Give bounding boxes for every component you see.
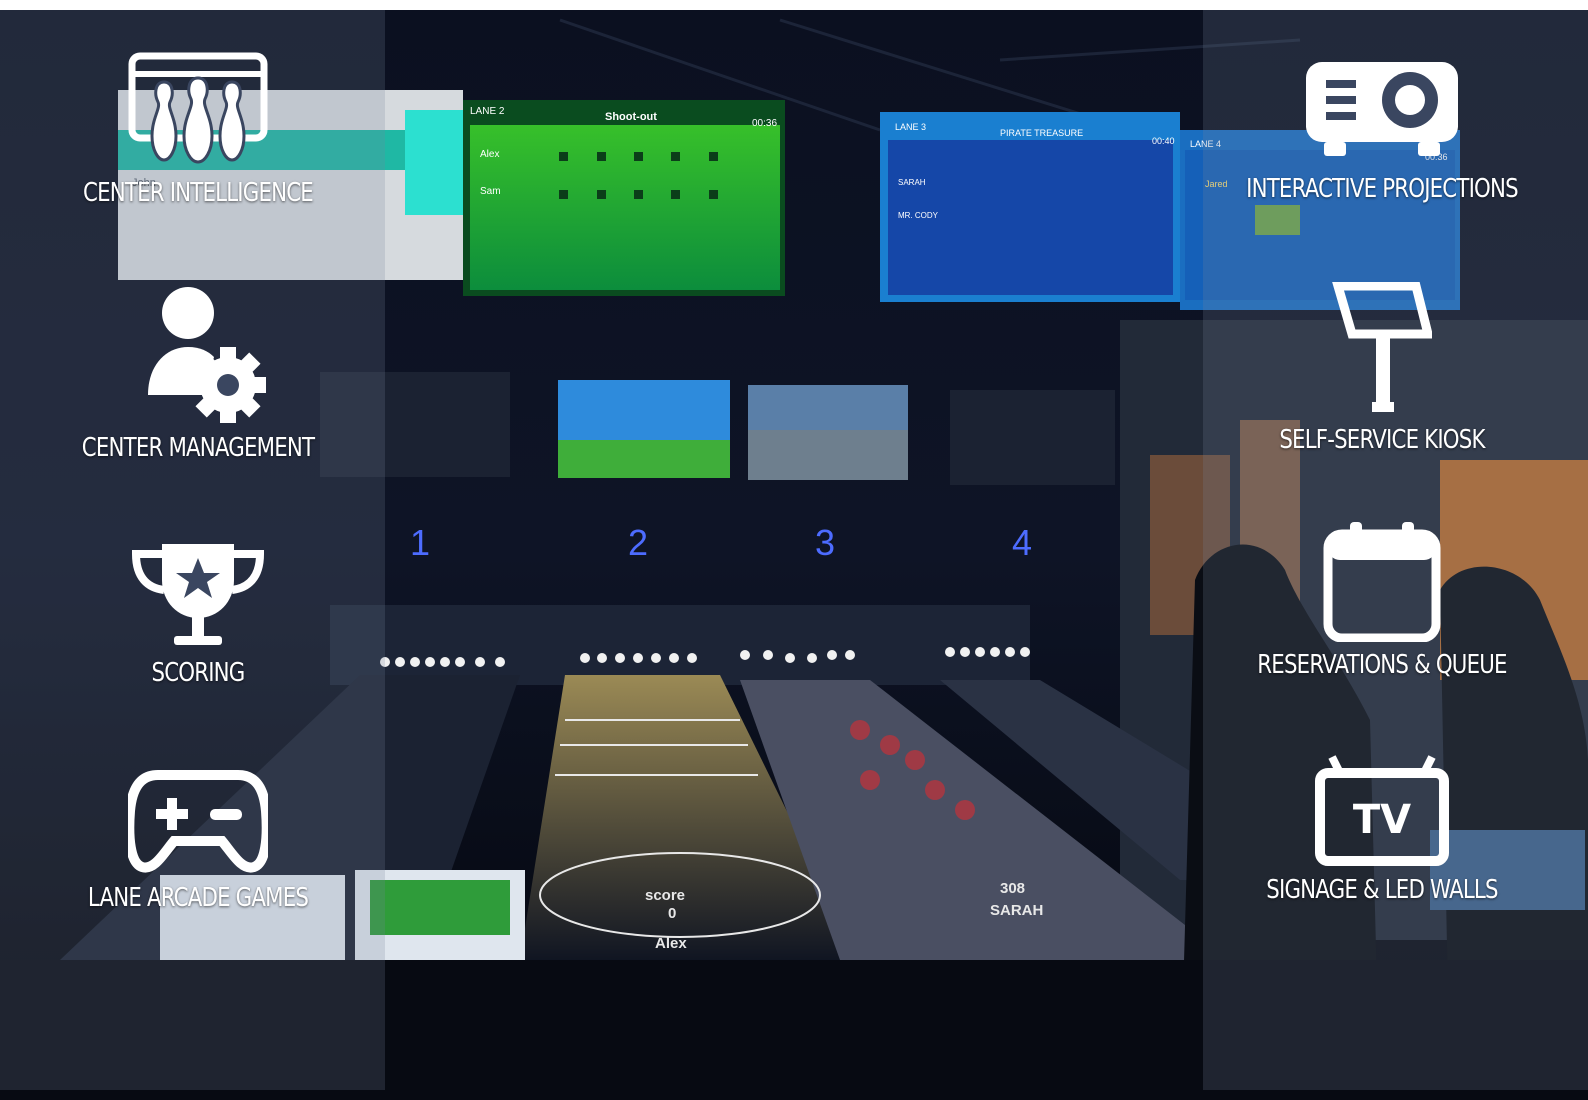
svg-text:1: 1 bbox=[410, 522, 430, 563]
gamepad-icon bbox=[128, 770, 268, 873]
feature-lane-arcade-games[interactable]: LANE ARCADE GAMES bbox=[8, 765, 388, 913]
svg-text:LANE 2: LANE 2 bbox=[470, 106, 505, 117]
scoreboard-screen-2: Shoot-out LANE 2 00:36 Alex Sam bbox=[463, 100, 785, 296]
svg-text:00:40: 00:40 bbox=[1152, 136, 1175, 146]
feature-center-management[interactable]: CENTER MANAGEMENT bbox=[8, 285, 388, 463]
svg-text:Sam: Sam bbox=[480, 186, 501, 197]
svg-text:Alex: Alex bbox=[480, 149, 499, 160]
user-gear-icon bbox=[148, 287, 266, 423]
feature-label: SELF-SERVICE KIOSK bbox=[1279, 425, 1485, 455]
feature-label: INTERACTIVE PROJECTIONS bbox=[1246, 174, 1519, 204]
feature-reservations-queue[interactable]: RESERVATIONS & QUEUE bbox=[1192, 520, 1572, 680]
svg-text:3: 3 bbox=[815, 522, 835, 563]
scoreboard-screen-3: PIRATE TREASURE LANE 3 00:40 SARAH MR. C… bbox=[880, 112, 1180, 302]
feature-signage-led-walls[interactable]: TV SIGNAGE & LED WALLS bbox=[1192, 755, 1572, 905]
svg-text:TV: TV bbox=[1353, 797, 1411, 843]
feature-label: SIGNAGE & LED WALLS bbox=[1266, 875, 1498, 905]
feature-self-service-kiosk[interactable]: SELF-SERVICE KIOSK bbox=[1192, 282, 1572, 455]
svg-text:4: 4 bbox=[1012, 522, 1032, 563]
bowling-pins-screen-icon bbox=[128, 52, 268, 164]
feature-scoring[interactable]: SCORING bbox=[8, 540, 388, 688]
feature-label: SCORING bbox=[151, 658, 245, 688]
hero-banner: John Shoot-out LANE 2 00:36 Alex Sam PIR… bbox=[0, 0, 1588, 1100]
svg-text:2: 2 bbox=[628, 522, 648, 563]
tv-icon: TV bbox=[1315, 755, 1449, 866]
feature-center-intelligence[interactable]: CENTER INTELLIGENCE bbox=[8, 52, 388, 208]
svg-text:LANE 3: LANE 3 bbox=[895, 122, 926, 132]
svg-text:SARAH: SARAH bbox=[898, 178, 926, 187]
svg-text:0: 0 bbox=[668, 905, 676, 922]
feature-interactive-projections[interactable]: INTERACTIVE PROJECTIONS bbox=[1192, 56, 1572, 204]
trophy-icon bbox=[131, 544, 265, 645]
svg-text:SARAH: SARAH bbox=[990, 902, 1043, 919]
svg-text:PIRATE TREASURE: PIRATE TREASURE bbox=[1000, 128, 1083, 138]
svg-text:Alex: Alex bbox=[655, 935, 687, 952]
calendar-icon bbox=[1323, 522, 1441, 642]
feature-label: CENTER MANAGEMENT bbox=[81, 433, 315, 463]
kiosk-icon bbox=[1332, 282, 1432, 412]
feature-label: CENTER INTELLIGENCE bbox=[83, 178, 314, 208]
projector-icon bbox=[1306, 62, 1458, 156]
svg-text:00:36: 00:36 bbox=[752, 118, 777, 129]
svg-text:308: 308 bbox=[1000, 880, 1025, 897]
svg-text:Shoot-out: Shoot-out bbox=[605, 111, 657, 123]
feature-label: LANE ARCADE GAMES bbox=[87, 883, 309, 913]
svg-text:MR. CODY: MR. CODY bbox=[898, 211, 939, 220]
svg-text:score: score bbox=[645, 887, 685, 904]
feature-label: RESERVATIONS & QUEUE bbox=[1257, 650, 1507, 680]
